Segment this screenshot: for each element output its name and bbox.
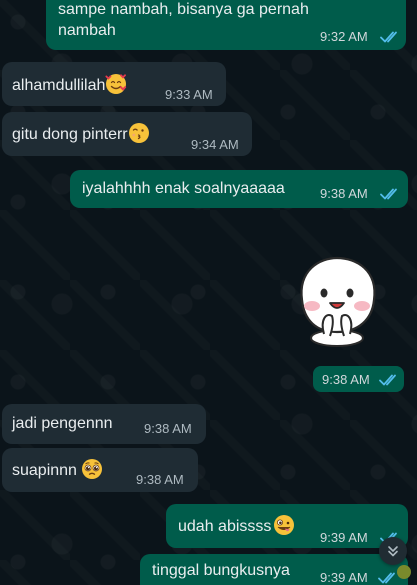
incoming-message[interactable]: alhamdullilah 9:33 AM xyxy=(2,62,226,106)
message-time: 9:38 AM xyxy=(144,421,192,436)
message-text: iyalahhhh enak soalnyaaaaa xyxy=(82,180,285,197)
message-time: 9:39 AM xyxy=(320,570,368,585)
outgoing-message[interactable]: iyalahhhh enak soalnyaaaaa 9:38 AM xyxy=(70,170,408,208)
smiling-face-with-hearts-emoji xyxy=(105,73,127,95)
outgoing-message-sticker-time: 9:38 AM xyxy=(313,366,404,392)
outgoing-message[interactable]: udah abissss 9:39 AM xyxy=(166,504,408,548)
message-time: 9:32 AM xyxy=(320,29,368,44)
message-text: suapinnn xyxy=(12,458,103,481)
outgoing-message[interactable]: sampe nambah, bisanya ga pernah nambah 9… xyxy=(46,0,406,50)
zany-face-emoji xyxy=(273,514,295,536)
outgoing-message[interactable]: tinggal bungkusnya 9:39 AM xyxy=(140,554,408,585)
read-ticks-icon xyxy=(378,571,399,585)
incoming-message[interactable]: suapinnn 9:38 AM xyxy=(2,448,198,492)
chat-background: sampe nambah, bisanya ga pernah nambah 9… xyxy=(0,0,417,585)
message-text: jadi pengennn xyxy=(12,415,113,432)
message-time: 9:33 AM xyxy=(165,87,213,102)
message-time: 9:38 AM xyxy=(320,186,368,201)
message-time: 9:39 AM xyxy=(320,530,368,545)
read-ticks-icon xyxy=(380,30,401,44)
message-text-content: udah abissss xyxy=(178,518,272,535)
message-time: 9:34 AM xyxy=(191,137,239,152)
message-text-content: suapinnn xyxy=(12,462,77,479)
pleading-face-emoji xyxy=(81,458,103,480)
message-time: 9:38 AM xyxy=(136,472,184,487)
message-text-line-1: sampe nambah, bisanya ga pernah xyxy=(58,1,309,18)
message-text: udah abissss xyxy=(178,514,295,537)
corner-badge-icon xyxy=(397,565,411,579)
message-text-content: gitu dong pinterr xyxy=(12,126,128,143)
kissing-face-emoji xyxy=(128,122,150,144)
message-text-line-2: nambah xyxy=(58,22,116,39)
read-ticks-icon xyxy=(379,373,400,387)
incoming-message[interactable]: gitu dong pinterr 9:34 AM xyxy=(2,112,252,156)
scroll-to-bottom-button[interactable] xyxy=(379,537,407,565)
read-ticks-icon xyxy=(380,187,401,201)
message-text: gitu dong pinterr xyxy=(12,122,150,145)
sticker-blob-character[interactable] xyxy=(284,248,390,354)
incoming-message[interactable]: jadi pengennn 9:38 AM xyxy=(2,404,206,444)
message-text-content: alhamdullilah xyxy=(12,77,106,94)
message-text: tinggal bungkusnya xyxy=(152,562,290,579)
message-text: alhamdullilah xyxy=(12,73,127,96)
message-time: 9:38 AM xyxy=(322,372,370,387)
double-chevron-down-icon xyxy=(386,544,400,558)
